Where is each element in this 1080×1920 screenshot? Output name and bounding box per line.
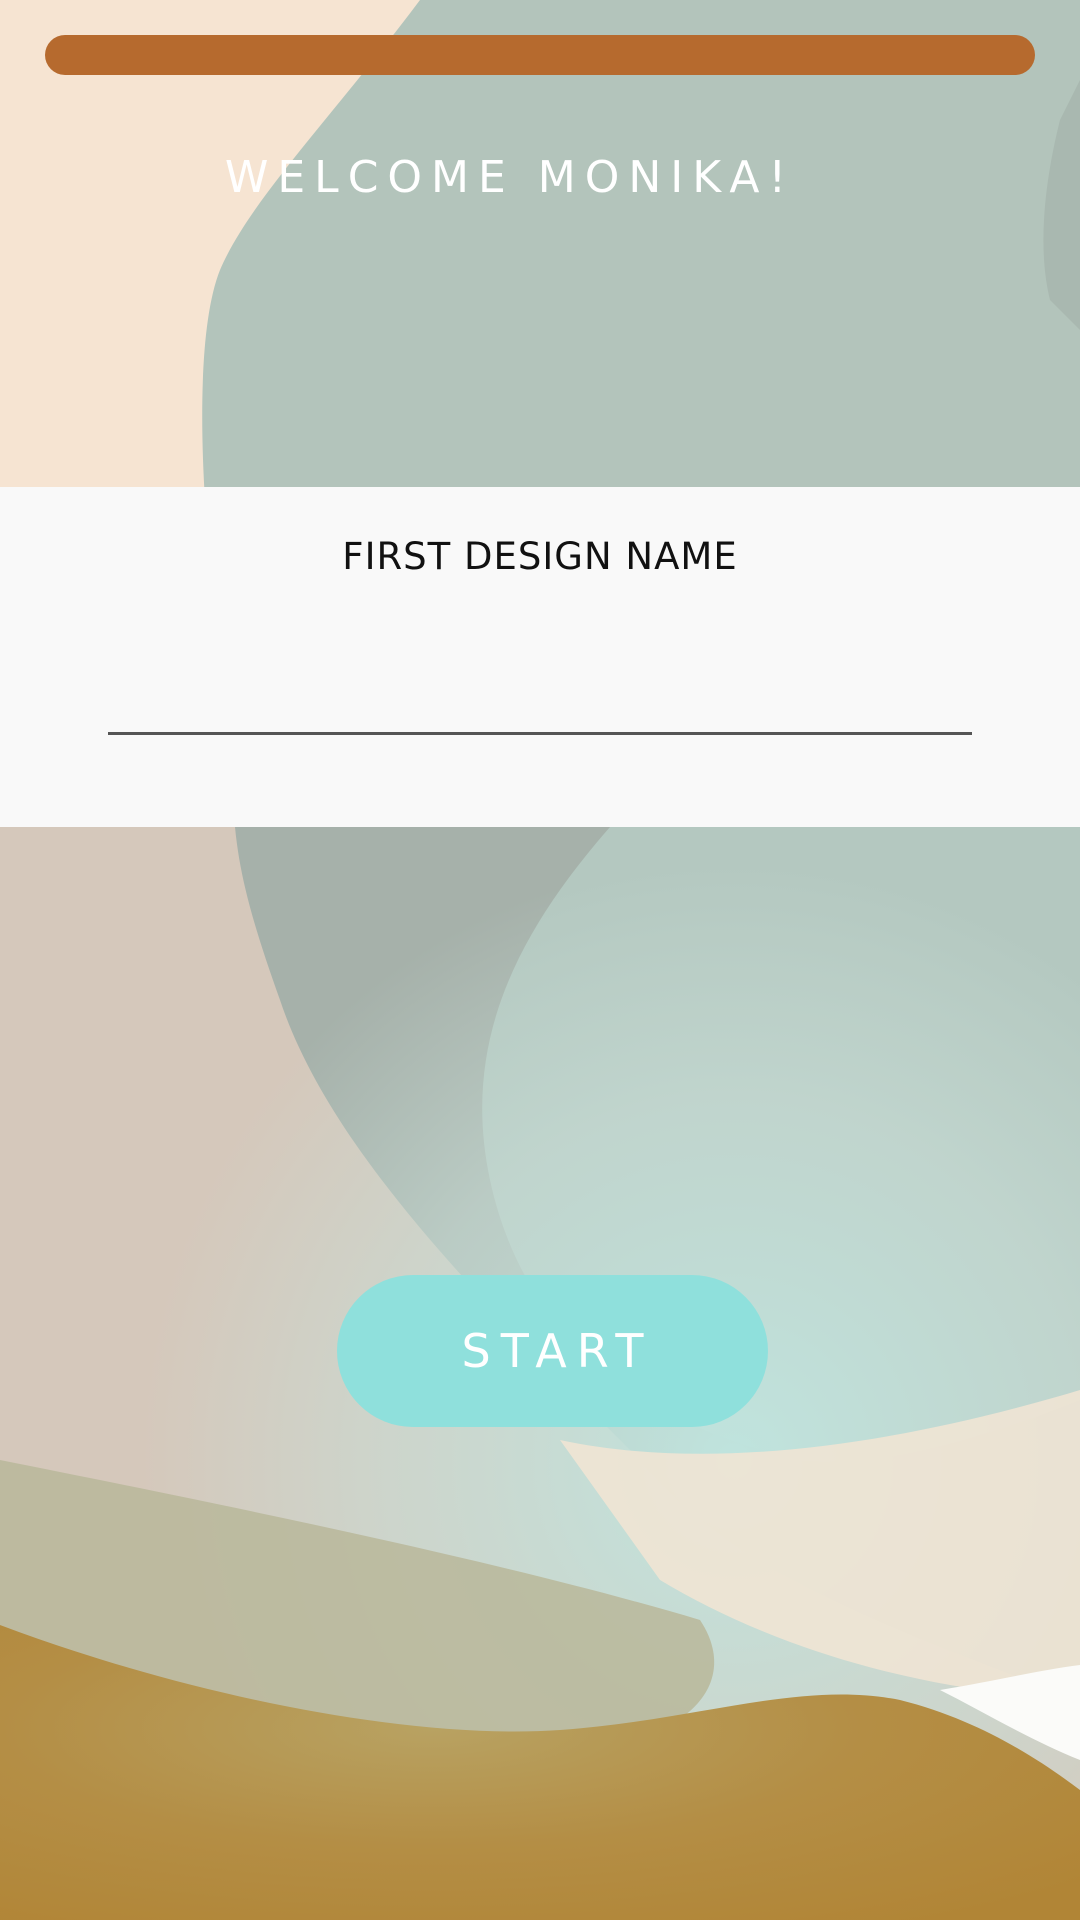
design-name-input[interactable] (108, 657, 972, 735)
welcome-screen: WELCOME MONIKA! FIRST DESIGN NAME START (0, 0, 1080, 1920)
start-button[interactable]: START (337, 1275, 768, 1427)
welcome-heading: WELCOME MONIKA! (224, 152, 796, 203)
design-name-label: FIRST DESIGN NAME (342, 535, 738, 578)
abstract-background (0, 0, 1080, 1920)
progress-bar (45, 35, 1035, 75)
design-name-panel: FIRST DESIGN NAME (0, 487, 1080, 827)
